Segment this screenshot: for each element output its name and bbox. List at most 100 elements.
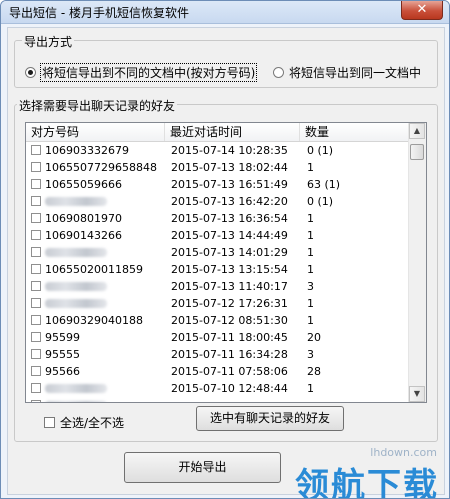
cell-number: 10655059666 — [45, 178, 122, 191]
watermark: lhdown.com 领航下载 — [255, 446, 445, 498]
column-header-last-time[interactable]: 最近对话时间 — [165, 123, 300, 141]
column-header-number[interactable]: 对方号码 — [26, 123, 165, 141]
cell-count: 0 (1) — [307, 144, 334, 157]
table-row[interactable]: 95599 2015-07-11 18:00:45 20 — [26, 329, 409, 346]
table-row[interactable]: 10690329040188 2015-07-12 08:51:30 1 — [26, 312, 409, 329]
row-checkbox[interactable] — [31, 264, 41, 274]
row-checkbox[interactable] — [31, 366, 41, 376]
cell-count: 1 — [307, 263, 314, 276]
cell-count: 1 — [307, 161, 314, 174]
select-all-label: 全选/全不选 — [60, 416, 125, 430]
cell-number: 10690801970 — [45, 212, 122, 225]
table-row[interactable]: 2015-07-13 16:42:20 0 (1) — [26, 193, 409, 210]
cell-last-time: 2015-07-13 16:36:54 — [171, 212, 288, 225]
cell-number: 10690329040188 — [45, 314, 143, 327]
cell-count: 3 — [307, 280, 314, 293]
masked-number-blur — [45, 248, 107, 257]
cell-last-time: 2015-07-12 17:26:31 — [171, 297, 288, 310]
friends-list[interactable]: 对方号码 最近对话时间 数量 106903332679 2015-07-14 10… — [25, 122, 427, 403]
table-row[interactable]: 2015-07-13 11:40:17 3 — [26, 278, 409, 295]
select-all-box — [44, 417, 55, 428]
cell-number: 95566 — [45, 365, 80, 378]
cell-last-time: 2015-07-11 16:34:28 — [171, 348, 288, 361]
row-checkbox[interactable] — [31, 230, 41, 240]
row-checkbox[interactable] — [31, 298, 41, 308]
radio-separate-docs[interactable]: 将短信导出到不同的文档中(按对方号码) — [25, 63, 258, 82]
cell-count: 1 — [307, 229, 314, 242]
cell-last-time: 2015-07-13 16:51:49 — [171, 178, 288, 191]
table-row[interactable]: 2015-07-10 12:48:44 1 — [26, 380, 409, 397]
cell-last-time: 2015-07-11 07:58:06 — [171, 365, 288, 378]
cell-count: 1 — [307, 297, 314, 310]
vertical-scrollbar[interactable]: ▲ ▼ — [408, 123, 426, 402]
radio-dot-selected — [25, 67, 36, 78]
table-row[interactable]: 10690801970 2015-07-13 16:36:54 1 — [26, 210, 409, 227]
scroll-up-arrow-icon[interactable]: ▲ — [409, 123, 425, 139]
friends-legend: 选择需要导出聊天记录的好友 — [17, 97, 178, 114]
title-bar: 导出短信 - 楼月手机短信恢复软件 ✕ — [1, 1, 449, 24]
row-checkbox[interactable] — [31, 383, 41, 393]
radio-separate-docs-label: 将短信导出到不同的文档中(按对方号码) — [39, 63, 258, 82]
table-row[interactable]: 10690143266 2015-07-13 14:44:49 1 — [26, 227, 409, 244]
column-header-count[interactable]: 数量 — [300, 123, 409, 141]
radio-dot-unselected — [273, 67, 284, 78]
table-row[interactable]: 95555 2015-07-11 16:34:28 3 — [26, 346, 409, 363]
cell-count: 1 — [307, 212, 314, 225]
cell-count: 20 — [307, 331, 321, 344]
window-title: 导出短信 - 楼月手机短信恢复软件 — [9, 6, 189, 20]
row-checkbox[interactable] — [31, 247, 41, 257]
masked-number — [45, 193, 107, 211]
scroll-down-arrow-icon[interactable]: ▼ — [409, 386, 425, 402]
table-row[interactable]: 2015-07-12 17:26:31 1 — [26, 295, 409, 312]
cell-number: 10690143266 — [45, 229, 122, 242]
row-checkbox[interactable] — [31, 162, 41, 172]
cell-last-time: 2015-07-13 13:15:54 — [171, 263, 288, 276]
select-all-checkbox[interactable]: 全选/全不选 — [44, 414, 124, 431]
table-row[interactable] — [26, 397, 409, 402]
masked-number-blur — [45, 384, 107, 393]
cell-number: 95555 — [45, 348, 80, 361]
client-area: 导出方式 将短信导出到不同的文档中(按对方号码) 将短信导出到同一文档中 选择需… — [7, 27, 445, 495]
table-row[interactable]: 10655020011859 2015-07-13 13:15:54 1 — [26, 261, 409, 278]
masked-number — [45, 244, 107, 262]
cell-count: 63 (1) — [307, 178, 341, 191]
cell-last-time: 2015-07-12 08:51:30 — [171, 314, 288, 327]
row-checkbox[interactable] — [31, 145, 41, 155]
cell-count: 1 — [307, 382, 314, 395]
table-row[interactable]: 106903332679 2015-07-14 10:28:35 0 (1) — [26, 142, 409, 159]
cell-number: 10655020011859 — [45, 263, 143, 276]
export-sms-window: 导出短信 - 楼月手机短信恢复软件 ✕ 导出方式 将短信导出到不同的文档中(按对… — [0, 0, 450, 499]
select-with-chat-button[interactable]: 选中有聊天记录的好友 — [196, 406, 344, 431]
list-header: 对方号码 最近对话时间 数量 — [26, 123, 409, 142]
masked-number-blur — [45, 282, 107, 291]
masked-number — [45, 380, 107, 398]
row-checkbox[interactable] — [31, 179, 41, 189]
list-rows: 106903332679 2015-07-14 10:28:35 0 (1) 1065… — [26, 142, 409, 402]
cell-number: 106903332679 — [45, 144, 129, 157]
cell-count: 3 — [307, 348, 314, 361]
masked-number — [45, 278, 107, 296]
row-checkbox[interactable] — [31, 213, 41, 223]
cell-last-time: 2015-07-11 18:00:45 — [171, 331, 288, 344]
masked-number — [45, 397, 107, 402]
table-row[interactable]: 10655059666 2015-07-13 16:51:49 63 (1) — [26, 176, 409, 193]
row-checkbox[interactable] — [31, 400, 41, 402]
export-mode-legend: 导出方式 — [22, 33, 75, 50]
row-checkbox[interactable] — [31, 196, 41, 206]
masked-number-blur — [45, 197, 107, 206]
cell-count: 1 — [307, 314, 314, 327]
row-checkbox[interactable] — [31, 332, 41, 342]
row-checkbox[interactable] — [31, 315, 41, 325]
row-checkbox[interactable] — [31, 349, 41, 359]
scroll-thumb[interactable] — [410, 144, 424, 160]
masked-number-blur — [45, 299, 107, 308]
cell-count: 0 (1) — [307, 195, 334, 208]
row-checkbox[interactable] — [31, 281, 41, 291]
table-row[interactable]: 1065507729658848 2015-07-13 18:02:44 1 — [26, 159, 409, 176]
radio-single-doc-label: 将短信导出到同一文档中 — [289, 66, 422, 80]
table-row[interactable]: 95566 2015-07-11 07:58:06 28 — [26, 363, 409, 380]
table-row[interactable]: 2015-07-13 14:01:29 1 — [26, 244, 409, 261]
cell-last-time: 2015-07-13 16:42:20 — [171, 195, 288, 208]
close-button[interactable]: ✕ — [401, 1, 443, 20]
radio-single-doc[interactable]: 将短信导出到同一文档中 — [273, 64, 421, 81]
